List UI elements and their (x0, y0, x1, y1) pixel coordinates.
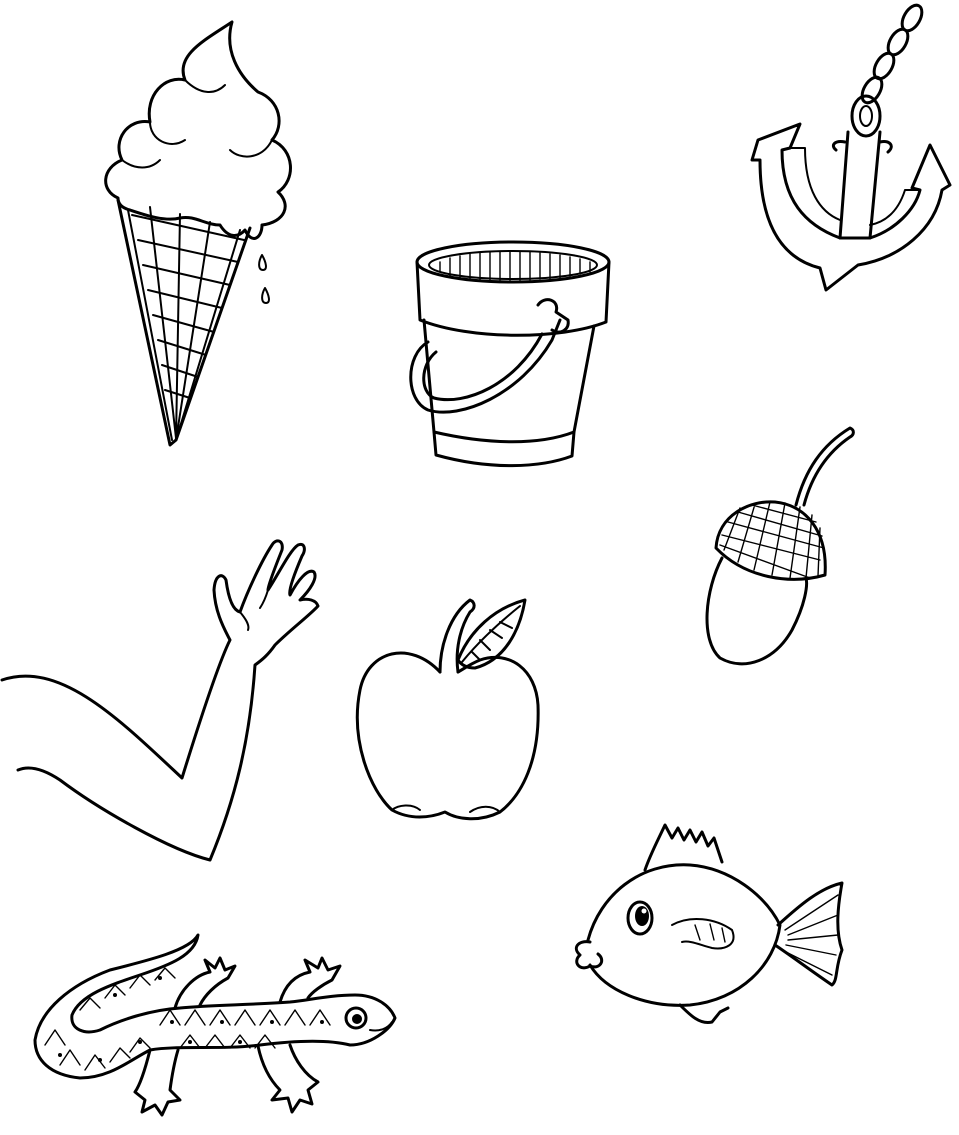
coloring-sheet (0, 0, 959, 1135)
lizard-icon (33, 933, 397, 1117)
